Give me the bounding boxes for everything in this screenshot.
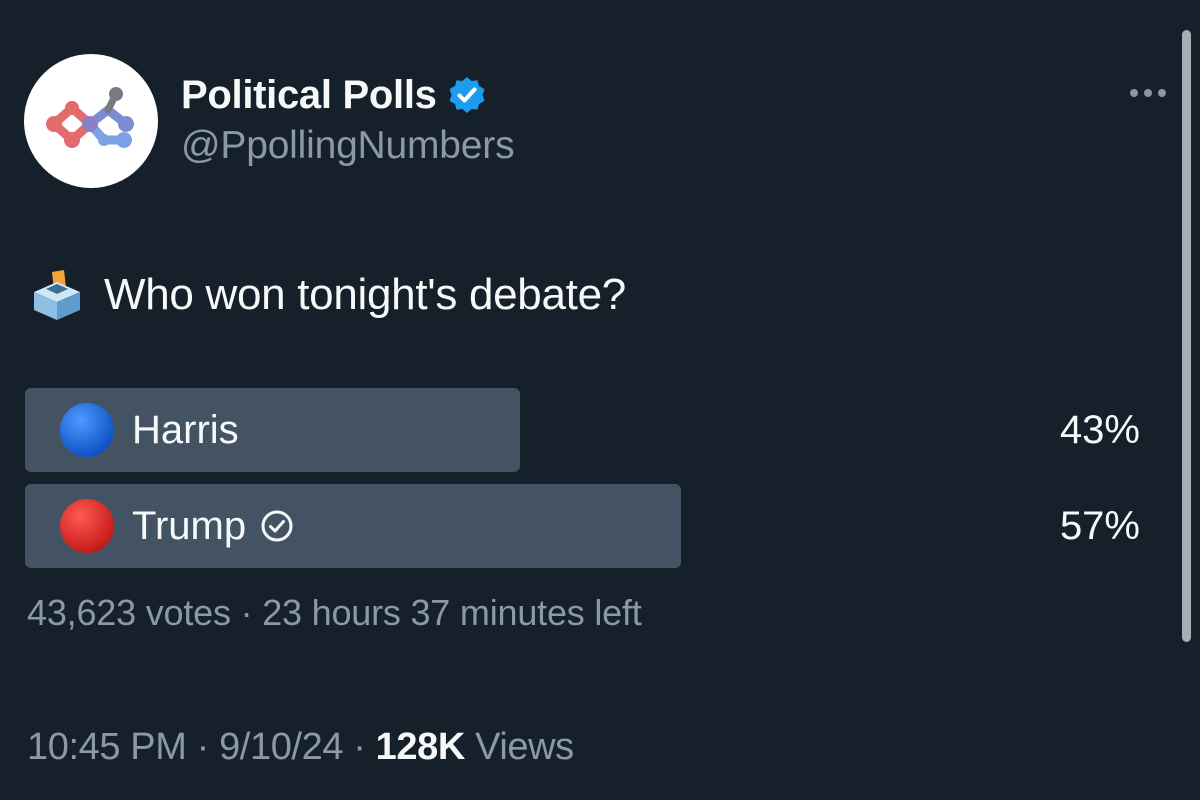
verified-badge-icon[interactable] <box>447 75 487 115</box>
display-name[interactable]: Political Polls <box>181 73 437 118</box>
vote-count: 43,623 votes <box>27 592 231 633</box>
poll-option-text: Trump <box>132 503 247 548</box>
poll-option-label: Harris <box>59 388 239 472</box>
political-polls-logo-icon <box>46 87 134 148</box>
poll-option-percent: 57% <box>1059 503 1140 548</box>
separator: · <box>196 726 210 768</box>
tweet-metadata: 10:45 PM · 9/10/24 · 128K Views <box>27 726 574 769</box>
red-circle-icon <box>60 499 114 553</box>
time-left: 23 hours 37 minutes left <box>262 592 642 633</box>
tweet-time[interactable]: 10:45 PM <box>27 726 187 768</box>
poll-option-text: Harris <box>132 407 239 452</box>
scrollbar[interactable] <box>1182 30 1191 642</box>
author-handle[interactable]: @PpollingNumbers <box>181 124 515 168</box>
poll-summary: 43,623 votes · 23 hours 37 minutes left <box>27 592 642 634</box>
poll-question: Who won tonight's debate? <box>104 270 626 319</box>
poll-option-harris[interactable]: Harris 43% <box>25 388 1150 472</box>
more-options-button[interactable] <box>1126 78 1170 108</box>
poll-option-percent: 43% <box>1059 407 1140 452</box>
ballot-box-icon <box>34 270 80 320</box>
check-circle-icon <box>261 510 293 542</box>
blue-circle-icon <box>60 403 114 457</box>
tweet-view: Political Polls @PpollingNumbers Who won… <box>0 0 1200 800</box>
poll-option-trump[interactable]: Trump 57% <box>25 484 1150 568</box>
more-options-icon <box>1130 89 1166 97</box>
tweet-text: Who won tonight's debate? <box>30 262 626 328</box>
poll-option-label: Trump <box>59 484 294 568</box>
avatar[interactable] <box>24 54 158 188</box>
views-count: 128K <box>375 726 466 768</box>
separator: · <box>240 592 253 633</box>
separator: · <box>353 726 366 768</box>
tweet-date[interactable]: 9/10/24 <box>219 726 343 768</box>
views-label: Views <box>475 726 574 768</box>
author-row: Political Polls <box>181 70 487 120</box>
